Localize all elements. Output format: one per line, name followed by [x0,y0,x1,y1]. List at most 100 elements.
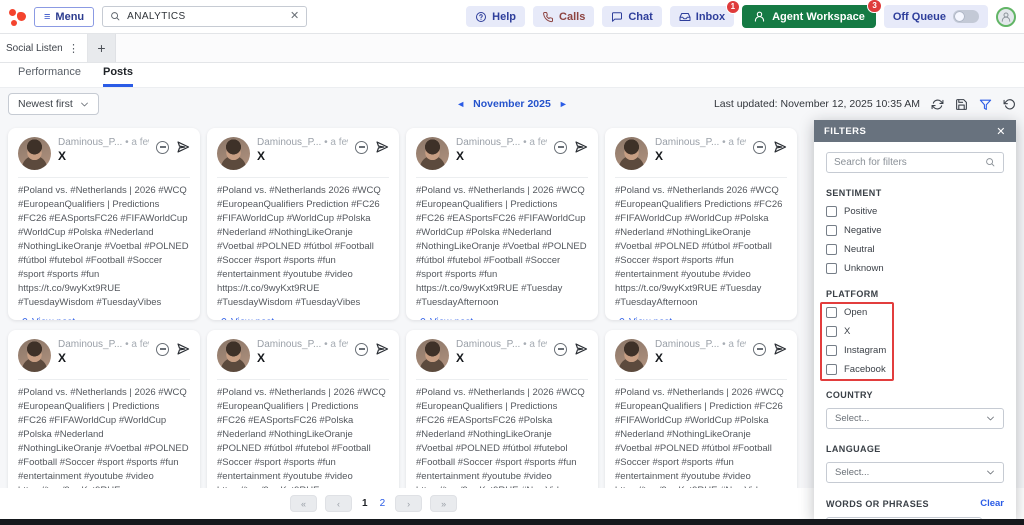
calls-label: Calls [559,11,585,23]
checkbox-icon[interactable] [826,307,837,318]
dismiss-post-icon[interactable] [554,141,567,154]
agent-workspace-button[interactable]: Agent Workspace 3 [742,5,876,28]
sentiment-unknown-checkbox[interactable]: Unknown [826,263,1004,274]
calls-button[interactable]: Calls [533,6,594,27]
first-page-button[interactable]: « [290,495,317,512]
previous-month-icon[interactable]: ◄ [456,99,465,109]
platform-section-label: PLATFORM [826,289,1004,299]
page-number-2[interactable]: 2 [378,498,388,509]
checkbox-icon[interactable] [826,345,837,356]
country-select-value: Select... [835,413,869,424]
send-icon[interactable] [176,140,190,154]
view-post-link[interactable]: View post [416,317,588,320]
send-icon[interactable] [176,342,190,356]
agent-workspace-badge: 3 [867,0,881,13]
language-select[interactable]: Select... [826,462,1004,483]
post-author: Daminous_P... • a few second... [58,339,149,350]
filter-search-input[interactable] [834,157,979,168]
view-post-link[interactable]: View post [217,317,389,320]
last-page-button[interactable]: » [430,495,457,512]
checkbox-label: Neutral [844,244,875,255]
sort-dropdown[interactable]: Newest first [8,93,99,115]
user-avatar[interactable] [996,7,1016,27]
tab-social-listening[interactable]: Social Listenin... ⋮ [0,34,88,62]
next-page-button[interactable]: › [395,495,422,512]
sentiment-positive-checkbox[interactable]: Positive [826,206,1004,217]
checkbox-icon[interactable] [826,225,837,236]
x-platform-icon: X [58,150,149,162]
post-author: Daminous_P... • a few second... [655,137,746,148]
inbox-button[interactable]: Inbox 1 [670,6,734,27]
tab-label: Social Listenin... [6,43,62,54]
undo-icon[interactable] [1003,98,1016,111]
close-icon[interactable]: ✕ [996,125,1006,138]
previous-page-button[interactable]: ‹ [325,495,352,512]
post-timestamp: • a few second... [722,137,746,148]
checkbox-icon[interactable] [826,206,837,217]
off-queue-toggle[interactable] [953,10,979,23]
send-icon[interactable] [574,140,588,154]
help-label: Help [492,11,516,23]
tab-performance[interactable]: Performance [18,66,81,87]
save-icon[interactable] [955,98,968,111]
checkbox-label: Positive [844,206,877,217]
filter-icon[interactable] [979,98,992,111]
post-avatar [18,137,51,170]
tab-posts[interactable]: Posts [103,66,133,87]
search-input[interactable] [127,11,284,22]
page-number-1[interactable]: 1 [360,498,370,509]
menu-button[interactable]: ≡ Menu [34,7,94,27]
off-queue-toggle-group[interactable]: Off Queue [884,5,988,28]
send-icon[interactable] [375,140,389,154]
chevron-down-icon [80,100,89,109]
next-month-icon[interactable]: ► [559,99,568,109]
platform-open-checkbox[interactable]: Open [826,307,1004,318]
checkbox-icon[interactable] [826,263,837,274]
platform-x-checkbox[interactable]: X [826,326,1004,337]
dismiss-post-icon[interactable] [355,343,368,356]
platform-instagram-checkbox[interactable]: Instagram [826,345,1004,356]
x-platform-icon: X [58,352,149,364]
tab-kebab-icon[interactable]: ⋮ [66,42,81,55]
dismiss-post-icon[interactable] [156,343,169,356]
post-avatar [217,339,250,372]
new-tab-button[interactable]: + [88,34,116,62]
menu-label: Menu [55,11,84,23]
help-button[interactable]: Help [466,6,525,27]
off-queue-label: Off Queue [893,11,946,23]
post-card: Daminous_P... • a few second...X#Poland … [406,128,598,320]
filter-search[interactable] [826,152,1004,173]
inbox-badge: 1 [726,0,740,14]
checkbox-label: Instagram [844,345,886,356]
inbox-icon [679,11,691,23]
checkbox-label: Open [844,307,867,318]
send-icon[interactable] [773,140,787,154]
post-author: Daminous_P... • a few second... [58,137,149,148]
platform-facebook-checkbox[interactable]: Facebook [826,364,1004,375]
clear-search-icon[interactable]: ✕ [290,11,299,22]
checkbox-icon[interactable] [826,326,837,337]
view-post-link[interactable]: View post [615,317,787,320]
refresh-icon[interactable] [931,98,944,111]
send-icon[interactable] [574,342,588,356]
dismiss-post-icon[interactable] [156,141,169,154]
search-icon [985,157,996,168]
global-search[interactable]: ✕ [102,6,307,27]
dismiss-post-icon[interactable] [554,343,567,356]
chat-button[interactable]: Chat [602,6,661,27]
send-icon[interactable] [375,342,389,356]
clear-words-link[interactable]: Clear [980,498,1004,509]
sentiment-neutral-checkbox[interactable]: Neutral [826,244,1004,255]
country-select[interactable]: Select... [826,408,1004,429]
checkbox-icon[interactable] [826,364,837,375]
chat-icon [611,11,623,23]
sentiment-negative-checkbox[interactable]: Negative [826,225,1004,236]
link-icon [615,317,625,320]
send-icon[interactable] [773,342,787,356]
dismiss-post-icon[interactable] [355,141,368,154]
view-post-link[interactable]: View post [18,317,190,320]
checkbox-icon[interactable] [826,244,837,255]
link-icon [18,317,28,320]
dismiss-post-icon[interactable] [753,141,766,154]
dismiss-post-icon[interactable] [753,343,766,356]
